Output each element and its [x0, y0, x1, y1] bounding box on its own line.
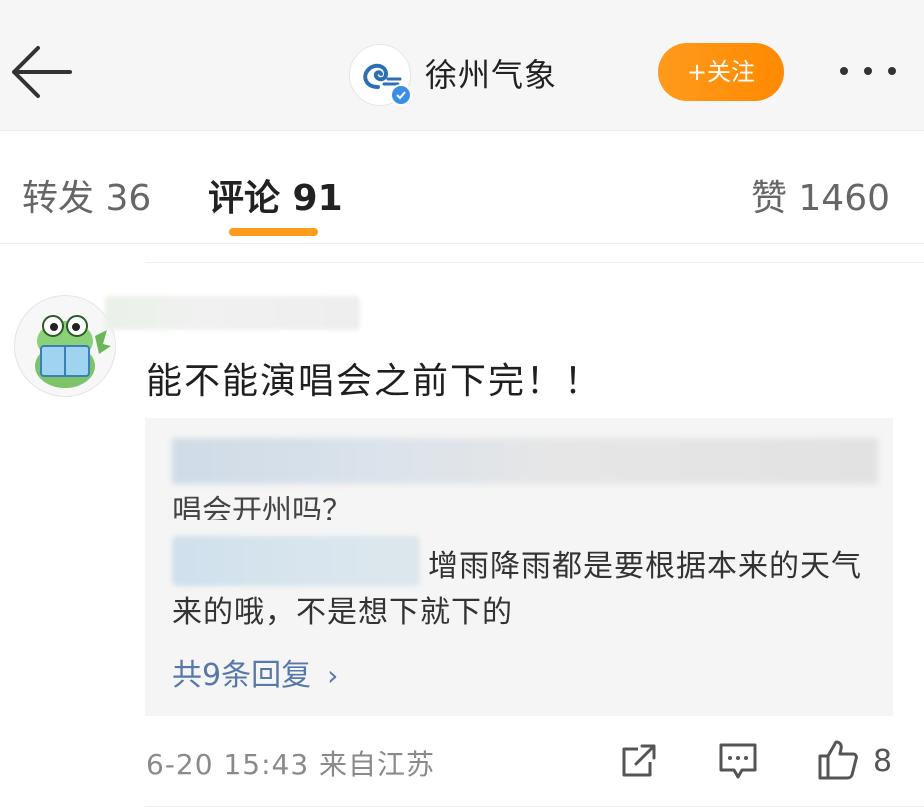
like-count: 8	[873, 744, 893, 779]
replies-preview[interactable]: 唱会开州吗？ 增雨降雨都是要根据本来的天气来的哦，不是想下就下的 共9条回复 ›	[145, 418, 893, 716]
reply-count-label: 共9条回复	[172, 658, 312, 693]
comment-icon[interactable]	[718, 742, 758, 780]
verified-badge-icon	[390, 84, 412, 106]
divider	[0, 243, 924, 244]
divider	[145, 806, 924, 807]
share-icon[interactable]	[620, 742, 658, 780]
commenter-avatar[interactable]	[14, 295, 116, 397]
reply-username-redacted[interactable]	[172, 536, 420, 586]
like-icon[interactable]	[816, 738, 860, 782]
frog-avatar-icon	[35, 315, 111, 388]
active-tab-indicator	[229, 228, 318, 236]
chevron-right-icon: ›	[327, 659, 339, 692]
top-bar: 徐州气象 +关注	[0, 0, 924, 131]
commenter-name-redacted[interactable]	[105, 296, 360, 330]
comment-meta: 6-20 15:43 来自江苏	[146, 748, 436, 781]
account-name[interactable]: 徐州气象	[425, 50, 557, 96]
divider	[145, 262, 924, 263]
more-icon[interactable]	[836, 60, 900, 82]
comment-text: 能不能演唱会之前下完！！	[146, 361, 603, 402]
tab-bar: 转发 36 评论 91 赞 1460	[0, 131, 924, 243]
tab-reposts[interactable]: 转发 36	[22, 169, 151, 221]
tab-likes[interactable]: 赞 1460	[751, 169, 890, 221]
reply-partial-text: 唱会开州吗？	[172, 494, 352, 520]
follow-button[interactable]: +关注	[658, 43, 784, 101]
reply-redacted	[172, 438, 878, 484]
tab-comments[interactable]: 评论 91	[208, 169, 343, 221]
view-all-replies-link[interactable]: 共9条回复 ›	[172, 650, 338, 694]
back-arrow-icon[interactable]	[8, 44, 74, 100]
